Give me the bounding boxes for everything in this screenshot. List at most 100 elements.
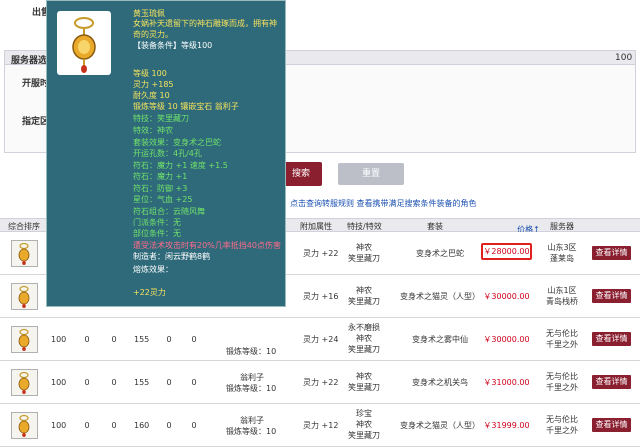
stat-cell: 100	[51, 421, 67, 430]
stat-cell: 160	[134, 421, 150, 430]
reset-button[interactable]: 重置	[338, 163, 404, 185]
specify-zone-label: 指定区	[22, 117, 50, 127]
attr-cell: 灵力 +24	[303, 335, 339, 344]
tooltip-forge: 锻炼等级 10 镶嵌宝石 翁利子	[133, 102, 239, 111]
special-cell: 笑里藏刀	[348, 345, 380, 354]
suit-cell: 变身术之猫灵（人型）	[400, 292, 480, 301]
tooltip-melt: +22灵力	[133, 288, 166, 297]
stat-cell: 0	[191, 421, 197, 430]
table-row[interactable]: 100 0 0 155 0 0 翁利子 锻炼等级：10 灵力 +22 神农 笑里藏刀 变身术之机关鸟 ￥…	[0, 361, 640, 404]
sort-header[interactable]: 综合排序	[8, 221, 40, 232]
stat-cell: 100	[51, 378, 67, 387]
stat-cell: 0	[84, 335, 90, 344]
server-header: 服务器	[550, 222, 574, 231]
stat-cell: 0	[166, 335, 172, 344]
view-detail-button[interactable]: 查看详情	[592, 289, 631, 303]
tooltip-melt-label: 熔炼效果：	[133, 265, 173, 274]
server-cell: 山东1区	[547, 286, 577, 295]
special-cell: 笑里藏刀	[348, 254, 380, 263]
gem-cell: 翁利子	[240, 373, 264, 382]
special-cell: 神农	[356, 243, 372, 252]
attr-header: 附加属性	[300, 222, 332, 231]
server-cell: 无与伦比	[546, 415, 578, 424]
server-cell: 千里之外	[546, 383, 578, 392]
attr-cell: 灵力 +16	[303, 292, 339, 301]
item-image	[57, 11, 111, 75]
stat-cell: 0	[191, 378, 197, 387]
suit-cell: 变身术之雾中仙	[412, 335, 468, 344]
special-cell: 珍宝	[356, 409, 372, 418]
tooltip-desc2: 奇的灵力。	[133, 30, 173, 39]
view-detail-button[interactable]: 查看详情	[592, 332, 631, 346]
tooltip-skill: 特技：笑里藏刀	[133, 114, 189, 123]
stat-cell: 0	[166, 421, 172, 430]
forge-cell: 锻炼等级：10	[226, 427, 277, 436]
tooltip-effect: 特效：神农	[133, 126, 173, 135]
stat-cell: 155	[134, 378, 150, 387]
tooltip-level: 等级 100	[133, 69, 167, 78]
tooltip-combo: 符石组合：云随风舞	[133, 207, 205, 216]
tooltip-desc1: 女娲补天遗留下的神石雕琢而成，拥有神	[133, 19, 277, 28]
special-header: 特技/特效	[347, 222, 382, 231]
server-cell: 青岛栈桥	[546, 297, 578, 306]
stat-cell: 0	[111, 335, 117, 344]
gem-cell: 翁利子	[240, 416, 264, 425]
stat-cell: 155	[134, 335, 150, 344]
search-button[interactable]: 搜索	[280, 162, 322, 186]
price-cell: ￥30000.00	[483, 292, 530, 301]
server-cell: 无与伦比	[546, 372, 578, 381]
tooltip-durability: 耐久度 10	[133, 91, 170, 100]
item-thumbnail[interactable]	[11, 369, 38, 396]
tooltip-holes: 开运孔数：4孔/4孔	[133, 149, 202, 158]
server-cell: 千里之外	[546, 340, 578, 349]
item-thumbnail[interactable]	[11, 326, 38, 353]
stat-cell: 0	[111, 421, 117, 430]
tooltip-stone1: 符石：魔力 +1 速度 +1.5	[133, 161, 228, 170]
tooltip-spirit: 灵力 +185	[133, 80, 174, 89]
special-cell: 笑里藏刀	[348, 431, 380, 440]
stat-cell: 0	[191, 335, 197, 344]
tooltip-req: 【装备条件】等级100	[133, 41, 213, 50]
attr-cell: 灵力 +22	[303, 378, 339, 387]
special-cell: 神农	[356, 334, 372, 343]
forge-cell: 锻炼等级：10	[226, 347, 277, 356]
attr-cell: 灵力 +12	[303, 421, 339, 430]
item-thumbnail[interactable]	[11, 283, 38, 310]
search-hint-link[interactable]: 点击查询转服规则 查看携带满足搜索条件装备的角色	[290, 198, 477, 209]
stat-cell: 0	[84, 378, 90, 387]
table-row[interactable]: 100 0 0 155 0 0 锻炼等级：10 灵力 +24 永不磨损 神农 笑里藏刀 变身术之雾中仙…	[0, 318, 640, 361]
tooltip-maker: 制造者：闲云野鹤8鹤	[133, 252, 211, 261]
item-tooltip: 黄玉琉佩 女娲补天遗留下的神石雕琢而成，拥有神 奇的灵力。【装备条件】等级100 等级…	[46, 0, 286, 307]
view-detail-button[interactable]: 查看详情	[592, 375, 631, 389]
item-thumbnail[interactable]	[11, 412, 38, 439]
tooltip-bonus: 遭受法术攻击时有20%几率抵挡40点伤害	[133, 241, 281, 250]
tooltip-star: 星位：气血 +25	[133, 195, 193, 204]
tooltip-part: 部位条件：无	[133, 229, 181, 238]
suit-cell: 变身术之巴蛇	[416, 249, 464, 258]
open-time-label: 开服时	[22, 79, 50, 89]
stat-cell: 0	[166, 378, 172, 387]
server-cell: 千里之外	[546, 426, 578, 435]
tooltip-name: 黄玉琉佩	[133, 9, 165, 18]
suit-cell: 变身术之机关鸟	[412, 378, 468, 387]
tooltip-stone2: 符石：魔力 +1	[133, 172, 188, 181]
suit-header: 套装	[427, 222, 443, 231]
special-cell: 笑里藏刀	[348, 383, 380, 392]
stat-cell: 0	[111, 378, 117, 387]
special-cell: 永不磨损	[348, 323, 380, 332]
forge-cell: 锻炼等级：10	[226, 384, 277, 393]
view-detail-button[interactable]: 查看详情	[592, 418, 631, 432]
price-cell: ￥28000.00	[481, 243, 532, 260]
special-cell: 笑里藏刀	[348, 297, 380, 306]
server-cell: 山东3区	[547, 243, 577, 252]
item-thumbnail[interactable]	[11, 240, 38, 267]
view-detail-button[interactable]: 查看详情	[592, 246, 631, 260]
table-row[interactable]: 100 0 0 160 0 0 翁利子 锻炼等级：10 灵力 +12 珍宝 神农 笑里藏刀 变身术之猫灵…	[0, 404, 640, 447]
server-panel-value: 100	[615, 53, 633, 63]
tooltip-sect: 门派条件：无	[133, 218, 181, 227]
special-cell: 神农	[356, 372, 372, 381]
special-cell: 神农	[356, 286, 372, 295]
attr-cell: 灵力 +22	[303, 249, 339, 258]
stat-cell: 0	[84, 421, 90, 430]
server-cell: 蓬莱岛	[550, 254, 574, 263]
